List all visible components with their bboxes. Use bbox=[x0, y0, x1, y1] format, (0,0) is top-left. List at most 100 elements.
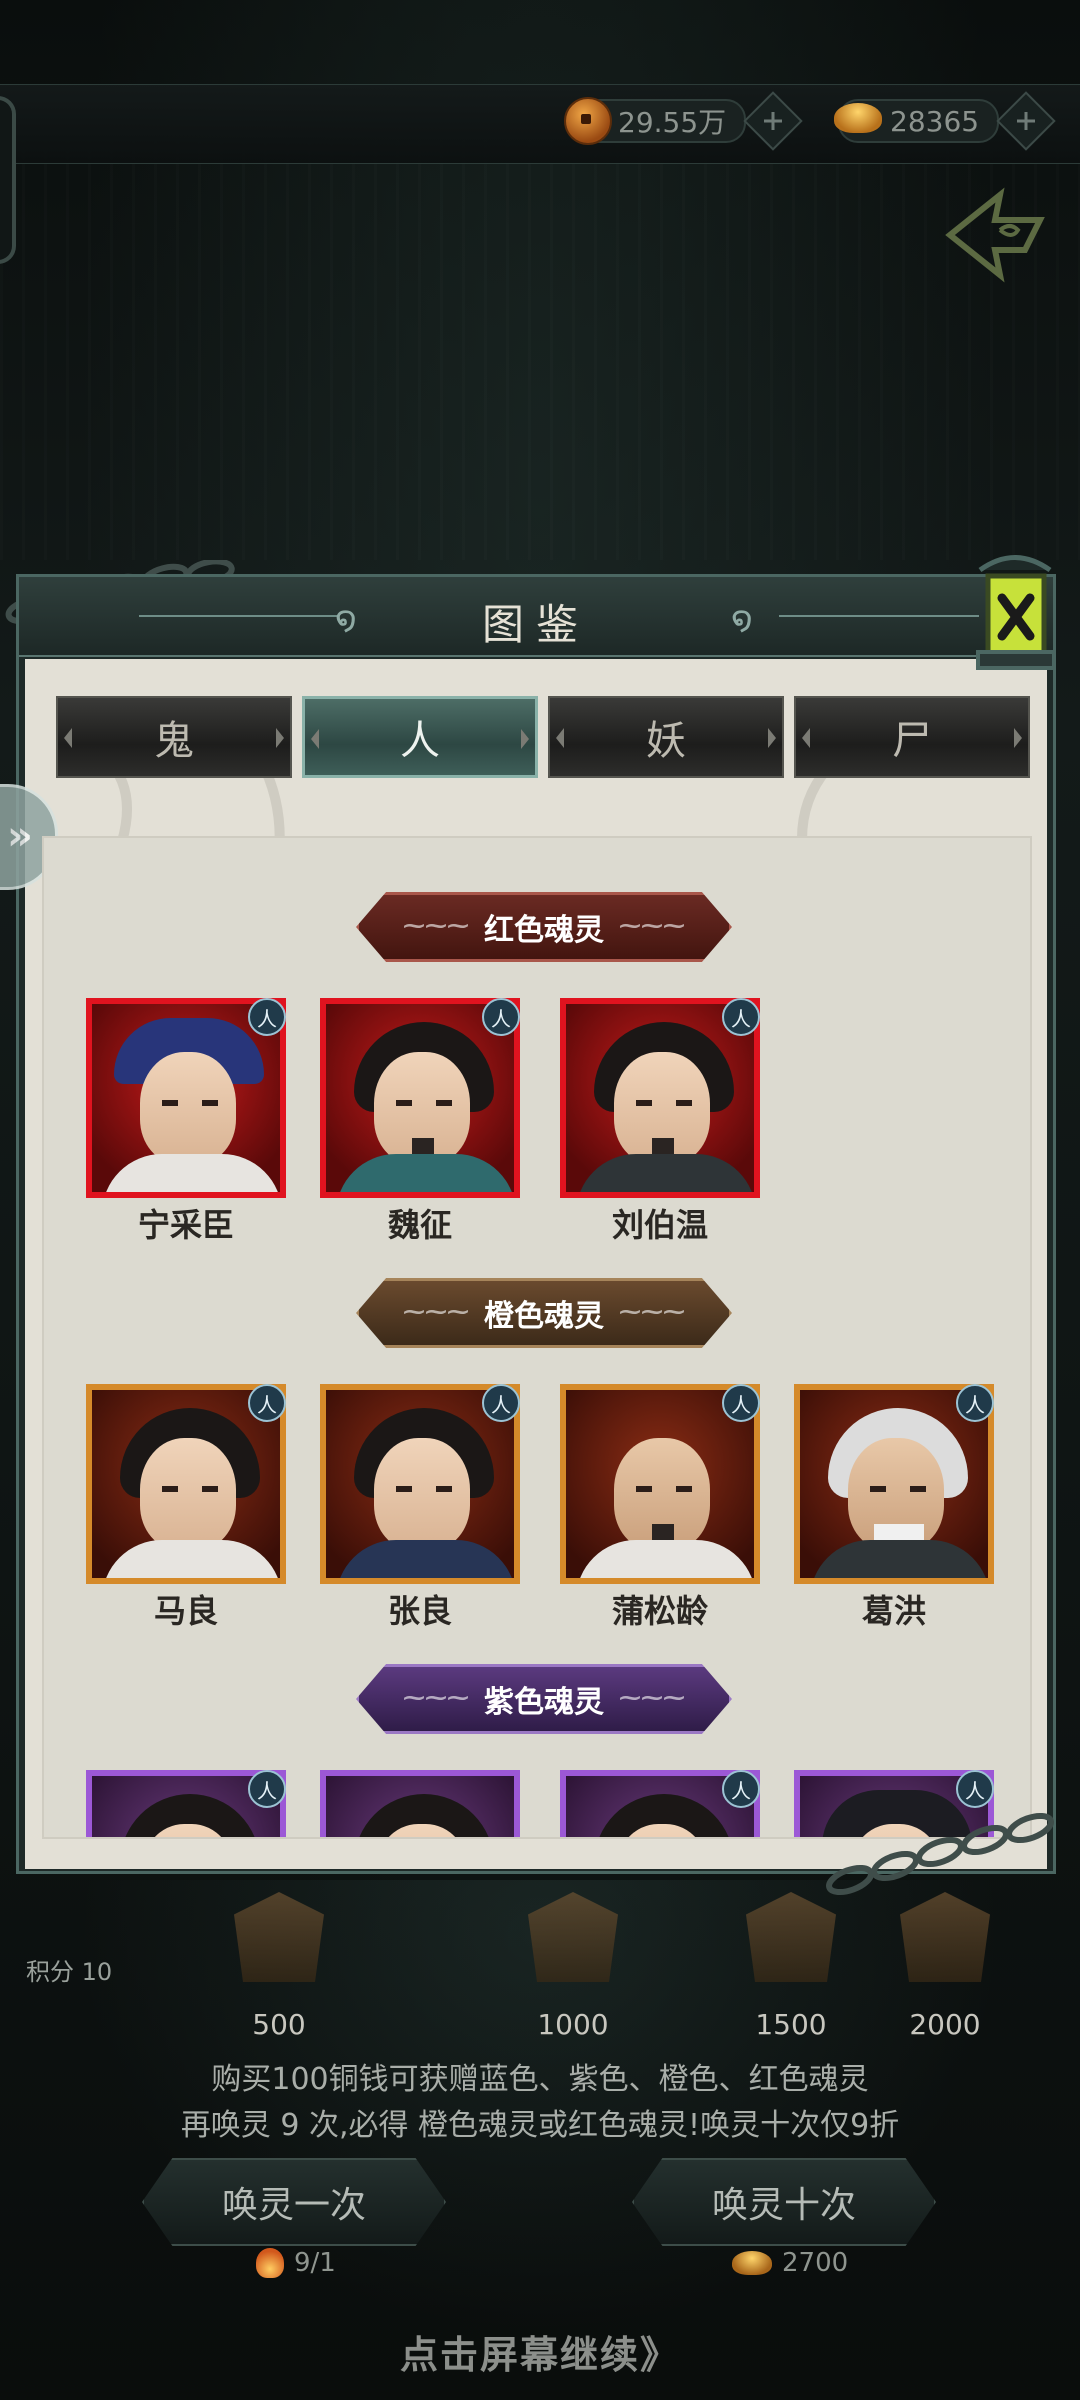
human-type-badge: 人 bbox=[956, 1770, 994, 1808]
left-edge-tab[interactable] bbox=[0, 96, 16, 264]
double-chevron-right-icon: » bbox=[7, 813, 33, 859]
hero-card[interactable]: 人 bbox=[86, 1770, 286, 1837]
hero-card[interactable]: 人 魏征 bbox=[320, 998, 520, 1244]
hero-face bbox=[140, 1052, 236, 1164]
hero-robe bbox=[336, 1540, 514, 1578]
category-tabs: 鬼 人 妖 尸 bbox=[34, 696, 1034, 782]
milestone-reward[interactable]: 1500 bbox=[736, 1892, 846, 2041]
rarity-banner-red: 红色魂灵 bbox=[356, 892, 732, 962]
hero-card[interactable]: 人 马良 bbox=[86, 1384, 286, 1630]
human-type-badge: 人 bbox=[482, 1384, 520, 1422]
hero-card[interactable]: 人 宁采臣 bbox=[86, 998, 286, 1244]
hero-eyes bbox=[636, 1100, 692, 1106]
info-text-2: 再唤灵 9 次,必得 橙色魂灵或红色魂灵!唤灵十次仅9折 bbox=[180, 2108, 900, 2143]
summon-once-cost-value: 9/1 bbox=[294, 2248, 336, 2278]
hero-eyes bbox=[870, 1486, 926, 1492]
hero-robe bbox=[576, 1154, 754, 1192]
close-button[interactable] bbox=[960, 540, 1070, 700]
tab-arrow-left-icon bbox=[64, 728, 72, 748]
human-type-badge: 人 bbox=[956, 1384, 994, 1422]
hero-name: 魏征 bbox=[387, 1206, 452, 1244]
gold-amount: 28365 bbox=[890, 104, 980, 138]
info-text-1: 购买100铜钱可获赠蓝色、紫色、橙色、红色魂灵 bbox=[211, 2062, 869, 2097]
hero-card[interactable]: 人 bbox=[560, 1770, 760, 1837]
gold-currency: 28365 bbox=[834, 91, 1056, 151]
hero-robe bbox=[102, 1540, 280, 1578]
milestone-value: 500 bbox=[252, 2008, 306, 2041]
copper-amount: 29.55万 bbox=[618, 106, 727, 139]
hero-card[interactable]: 人 葛洪 bbox=[794, 1384, 994, 1630]
codex-scroll-area[interactable]: 红色魂灵 人 宁采臣 人 魏征 人 刘伯温 bbox=[42, 836, 1032, 1839]
hero-card[interactable]: 人 蒲松龄 bbox=[560, 1384, 760, 1630]
milestone-reward[interactable]: 1000 bbox=[518, 1892, 628, 2041]
tap-to-continue[interactable]: 点击屏幕继续》 bbox=[0, 2324, 1080, 2379]
tab-arrow-left-icon bbox=[556, 728, 564, 748]
hero-card[interactable]: 人 张良 bbox=[320, 1384, 520, 1630]
tab-ghost[interactable]: 鬼 bbox=[56, 696, 292, 778]
copper-pill: 29.55万 bbox=[564, 97, 747, 145]
hero-robe bbox=[102, 1154, 280, 1192]
summon-ten-cost-value: 2700 bbox=[782, 2248, 849, 2278]
hero-eyes bbox=[396, 1100, 452, 1106]
hero-robe bbox=[810, 1540, 988, 1578]
rarity-banner-purple: 紫色魂灵 bbox=[356, 1664, 732, 1734]
treasure-chest-icon bbox=[528, 1892, 618, 1982]
copper-coin-icon bbox=[564, 97, 612, 145]
flame-icon bbox=[256, 2248, 284, 2278]
add-copper-button[interactable] bbox=[743, 91, 803, 151]
gold-ingot-icon bbox=[732, 2251, 772, 2275]
tab-human[interactable]: 人 bbox=[302, 696, 538, 778]
score-label: 积分 10 bbox=[26, 1958, 113, 1986]
hero-portrait bbox=[320, 1770, 520, 1837]
summon-ten-cost: 2700 bbox=[732, 2248, 848, 2278]
chain-right-decoration bbox=[826, 1812, 1054, 1896]
milestone-reward[interactable]: 2000 bbox=[890, 1892, 1000, 2041]
hero-face bbox=[374, 1438, 470, 1550]
treasure-chest-icon bbox=[900, 1892, 990, 1982]
human-type-badge: 人 bbox=[482, 998, 520, 1036]
tab-label: 人 bbox=[400, 718, 440, 764]
summon-once-button[interactable]: 唤灵一次 bbox=[142, 2158, 446, 2246]
milestone-reward[interactable]: 500 bbox=[224, 1892, 334, 2041]
back-arrow-icon[interactable] bbox=[940, 180, 1050, 290]
add-gold-button[interactable] bbox=[996, 91, 1056, 151]
milestone-value: 1500 bbox=[755, 2008, 827, 2041]
summon-ten-button[interactable]: 唤灵十次 bbox=[632, 2158, 936, 2246]
tab-arrow-right-icon bbox=[768, 728, 776, 748]
tab-arrow-left-icon bbox=[311, 729, 319, 749]
tab-arrow-left-icon bbox=[802, 728, 810, 748]
tab-label: 尸 bbox=[892, 718, 932, 764]
banner-label: 橙色魂灵 bbox=[484, 1299, 604, 1334]
hero-card[interactable]: 人 刘伯温 bbox=[560, 998, 760, 1244]
milestone-value: 1000 bbox=[537, 2008, 609, 2041]
hero-robe bbox=[576, 1540, 754, 1578]
hero-eyes bbox=[162, 1486, 218, 1492]
banner-label: 紫色魂灵 bbox=[484, 1685, 604, 1720]
hero-eyes bbox=[636, 1486, 692, 1492]
banner-label: 红色魂灵 bbox=[484, 913, 604, 948]
human-type-badge: 人 bbox=[722, 1384, 760, 1422]
hero-card[interactable] bbox=[320, 1770, 520, 1837]
hero-name: 马良 bbox=[153, 1592, 218, 1630]
hero-name: 张良 bbox=[387, 1592, 452, 1630]
treasure-chest-icon bbox=[746, 1892, 836, 1982]
hero-name: 刘伯温 bbox=[611, 1206, 708, 1244]
hero-eyes bbox=[396, 1486, 452, 1492]
hero-face bbox=[140, 1438, 236, 1550]
human-type-badge: 人 bbox=[248, 1770, 286, 1808]
tab-label: 妖 bbox=[646, 718, 686, 764]
hero-name: 宁采臣 bbox=[137, 1206, 234, 1244]
human-type-badge: 人 bbox=[248, 998, 286, 1036]
dialog-title-bar: ໑ ໑ 图鉴 bbox=[19, 577, 1053, 657]
tab-corpse[interactable]: 尸 bbox=[794, 696, 1030, 778]
gold-ingot-icon bbox=[834, 103, 882, 133]
rarity-banner-orange: 橙色魂灵 bbox=[356, 1278, 732, 1348]
tab-demon[interactable]: 妖 bbox=[548, 696, 784, 778]
hero-name: 蒲松龄 bbox=[611, 1592, 708, 1630]
summon-once-cost: 9/1 bbox=[256, 2248, 336, 2278]
tab-arrow-right-icon bbox=[521, 729, 529, 749]
tab-arrow-right-icon bbox=[276, 728, 284, 748]
hero-robe bbox=[336, 1154, 514, 1192]
treasure-chest-icon bbox=[234, 1892, 324, 1982]
hero-name: 葛洪 bbox=[861, 1592, 926, 1630]
